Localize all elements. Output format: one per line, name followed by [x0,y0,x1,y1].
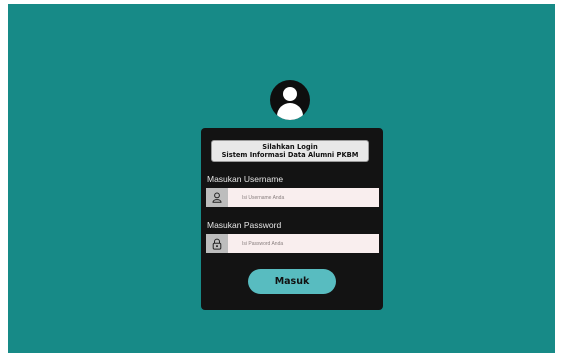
avatar-head [283,87,297,101]
username-label: Masukan Username [207,174,284,184]
login-subtitle: Sistem Informasi Data Alumni PKBM [221,150,359,159]
login-card: Silahkan Login Sistem Informasi Data Alu… [201,128,383,310]
avatar-body [277,103,303,120]
lock-icon [206,234,228,253]
login-button[interactable]: Masuk [248,269,336,294]
password-input[interactable] [240,234,374,253]
username-field [206,188,379,207]
username-input[interactable] [240,188,374,207]
password-field [206,234,379,253]
password-label: Masukan Password [207,220,282,230]
login-title-box: Silahkan Login Sistem Informasi Data Alu… [211,140,369,162]
user-avatar-icon [270,80,310,120]
user-icon [206,188,228,207]
